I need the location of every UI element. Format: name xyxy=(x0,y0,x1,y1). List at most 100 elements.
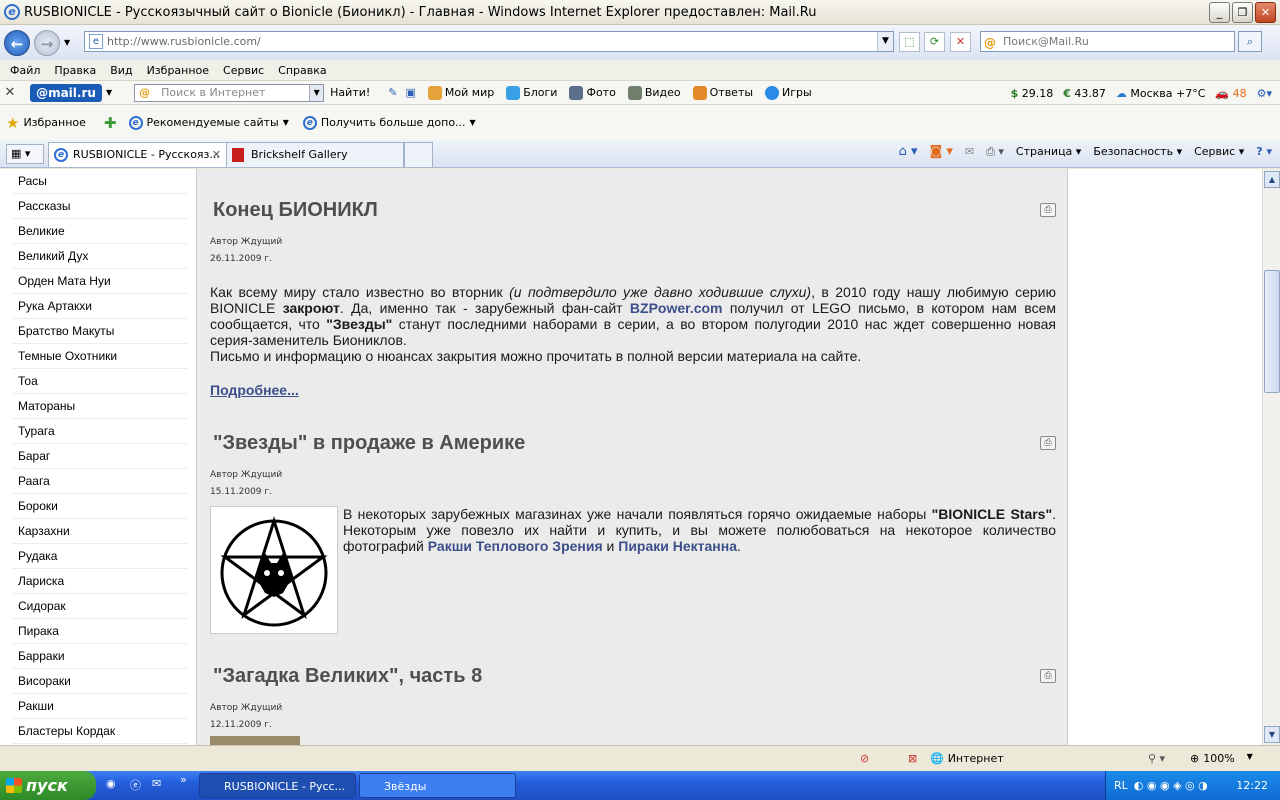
minimize-button[interactable]: _ xyxy=(1209,2,1230,23)
tools-menu[interactable]: Сервис ▾ xyxy=(1194,145,1244,158)
post-title[interactable]: "Загадка Великих", часть 8 xyxy=(213,665,1056,688)
close-tab-icon[interactable]: ✕ xyxy=(212,148,221,161)
quicklaunch-mail-icon[interactable]: ✉ xyxy=(152,777,161,790)
maximize-button[interactable]: ❐ xyxy=(1232,2,1253,23)
link-photo[interactable]: Фото xyxy=(569,85,616,100)
sidebar-item[interactable]: Расы xyxy=(12,169,188,194)
menu-favorites[interactable]: Избранное xyxy=(147,64,209,77)
link-blogs[interactable]: Блоги xyxy=(506,85,557,100)
sidebar-item[interactable]: Ракши xyxy=(12,694,188,719)
weather[interactable]: ☁ Москва +7°С xyxy=(1116,87,1206,100)
sidebar-item[interactable]: Бараг xyxy=(12,444,188,469)
search-input[interactable]: @ Поиск@Mail.Ru xyxy=(980,31,1235,52)
search-go-icon[interactable]: ⌕ xyxy=(1238,31,1262,52)
sidebar-item[interactable]: Лариска xyxy=(12,569,188,594)
scroll-down-icon[interactable]: ▼ xyxy=(1264,726,1280,743)
media-player-icon[interactable]: ◉ xyxy=(106,777,116,790)
sidebar-item[interactable]: Великий Дух xyxy=(12,244,188,269)
scroll-up-icon[interactable]: ▲ xyxy=(1264,171,1280,188)
menu-file[interactable]: Файл xyxy=(10,64,40,77)
taskbar-folder-window[interactable]: Звёзды xyxy=(359,773,516,798)
blocked-icon[interactable]: ⊠ xyxy=(908,752,917,765)
popup-icon[interactable]: ▣ xyxy=(406,86,416,99)
mail-icon[interactable]: ✉ xyxy=(965,145,974,158)
new-tab-button[interactable] xyxy=(404,142,433,167)
tray-icons[interactable]: ◐ ◉ ◉ ◈ ◎ ◑ xyxy=(1134,779,1208,792)
toolbar-settings-icon[interactable]: ⚙▾ xyxy=(1257,87,1272,100)
print-icon[interactable]: ⎙ xyxy=(1040,436,1056,450)
menu-help[interactable]: Справка xyxy=(278,64,326,77)
highlight-icon[interactable]: ✎ xyxy=(388,86,397,99)
bzpower-link[interactable]: BZPower.com xyxy=(630,300,723,316)
print-icon[interactable]: ⎙ xyxy=(1040,203,1056,217)
sidebar-item[interactable]: Рудака xyxy=(12,544,188,569)
quicklaunch-ie-icon[interactable]: ⓔ xyxy=(130,777,141,793)
sidebar-item[interactable]: Матораны xyxy=(12,394,188,419)
tab-brickshelf[interactable]: Brickshelf Gallery xyxy=(226,142,404,167)
usd-rate[interactable]: $ 29.18 xyxy=(1011,87,1054,100)
mailru-logo[interactable]: @mail.ru xyxy=(30,83,102,102)
close-toolbar-icon[interactable]: ✕ xyxy=(0,85,20,100)
menu-tools[interactable]: Сервис xyxy=(223,64,264,77)
traffic[interactable]: 🚗 48 xyxy=(1215,87,1246,100)
piraka-link[interactable]: Пираки Нектанна xyxy=(618,538,737,554)
post-title[interactable]: Конец БИОНИКЛ xyxy=(213,199,1056,222)
address-dropdown-icon[interactable]: ▼ xyxy=(877,32,893,51)
recommended-sites[interactable]: Рекомендуемые сайты xyxy=(147,116,279,129)
sidebar-item[interactable]: Рука Артакхи xyxy=(12,294,188,319)
menu-edit[interactable]: Правка xyxy=(54,64,96,77)
get-more-addons[interactable]: Получить больше допо... xyxy=(321,116,466,129)
close-button[interactable]: ✕ xyxy=(1255,2,1276,23)
sidebar-item[interactable]: Турага xyxy=(12,419,188,444)
vertical-scrollbar[interactable]: ▲ ▼ xyxy=(1262,169,1280,745)
tab-rusbionicle[interactable]: e RUSBIONICLE - Русскояз... ✕ xyxy=(48,142,228,167)
sidebar-item[interactable]: Висораки xyxy=(12,669,188,694)
link-video[interactable]: Видео xyxy=(627,85,681,100)
sidebar-item[interactable]: Рассказы xyxy=(12,194,188,219)
sidebar-item[interactable]: Барраки xyxy=(12,644,188,669)
raksha-link[interactable]: Ракши Теплового Зрения xyxy=(428,538,603,554)
recommended-dropdown-icon[interactable]: ▼ xyxy=(283,118,289,127)
address-field[interactable]: e http://www.rusbionicle.com/ ▼ xyxy=(84,31,894,52)
sidebar-item[interactable]: Бластеры Кордак xyxy=(12,719,188,744)
sidebar-item[interactable]: Раага xyxy=(12,469,188,494)
add-favorite-icon[interactable]: ✚ xyxy=(104,114,117,132)
security-zone[interactable]: 🌐 Интернет xyxy=(930,752,1004,765)
compat-icon[interactable]: ⬚ xyxy=(899,32,920,52)
forward-button[interactable]: → xyxy=(34,29,60,56)
mail-search-dropdown-icon[interactable]: ▼ xyxy=(309,84,324,101)
logo-dropdown-icon[interactable]: ▼ xyxy=(106,88,112,97)
mail-search-input[interactable]: @ Поиск в Интернет ▼ xyxy=(134,83,325,102)
feeds-icon[interactable]: ◙ ▾ xyxy=(930,144,953,159)
zoom-control[interactable]: ⊕ 100% ▼ xyxy=(1190,752,1253,765)
favorites-button[interactable]: Избранное xyxy=(23,116,85,129)
print-icon[interactable]: ⎙ ▾ xyxy=(986,145,1004,159)
refresh-icon[interactable]: ⟳ xyxy=(924,32,945,52)
eur-rate[interactable]: € 43.87 xyxy=(1063,87,1106,100)
privacy-icon[interactable]: ⊘ xyxy=(860,752,869,765)
page-menu[interactable]: Страница ▾ xyxy=(1016,145,1081,158)
stop-icon[interactable]: ✕ xyxy=(950,32,971,52)
scroll-thumb[interactable] xyxy=(1264,270,1280,393)
link-answers[interactable]: Ответы xyxy=(692,85,753,100)
read-more-link[interactable]: Подробнее... xyxy=(210,382,299,398)
link-my-world[interactable]: Мой мир xyxy=(427,85,494,100)
sidebar-item[interactable]: Орден Мата Нуи xyxy=(12,269,188,294)
language-indicator[interactable]: RL xyxy=(1114,779,1128,792)
sidebar-item[interactable]: Братство Макуты xyxy=(12,319,188,344)
protected-mode-icon[interactable]: ⚲ ▾ xyxy=(1148,752,1165,765)
quick-tabs-icon[interactable]: ▦ ▾ xyxy=(6,144,44,164)
sidebar-item[interactable]: Пирака xyxy=(12,619,188,644)
post-title[interactable]: "Звезды" в продаже в Америке xyxy=(213,432,1056,455)
menu-view[interactable]: Вид xyxy=(110,64,132,77)
help-icon[interactable]: ? ▾ xyxy=(1256,145,1272,158)
sidebar-item[interactable]: Темные Охотники xyxy=(12,344,188,369)
sidebar-item[interactable]: Бороки xyxy=(12,494,188,519)
sidebar-item[interactable]: Карзахни xyxy=(12,519,188,544)
safety-menu[interactable]: Безопасность ▾ xyxy=(1093,145,1182,158)
link-games[interactable]: Игры xyxy=(765,85,812,100)
sidebar-item[interactable]: Сидорак xyxy=(12,594,188,619)
find-button[interactable]: Найти! xyxy=(330,86,370,99)
home-icon[interactable]: ⌂ ▾ xyxy=(899,144,918,159)
back-button[interactable]: ← xyxy=(4,29,30,56)
